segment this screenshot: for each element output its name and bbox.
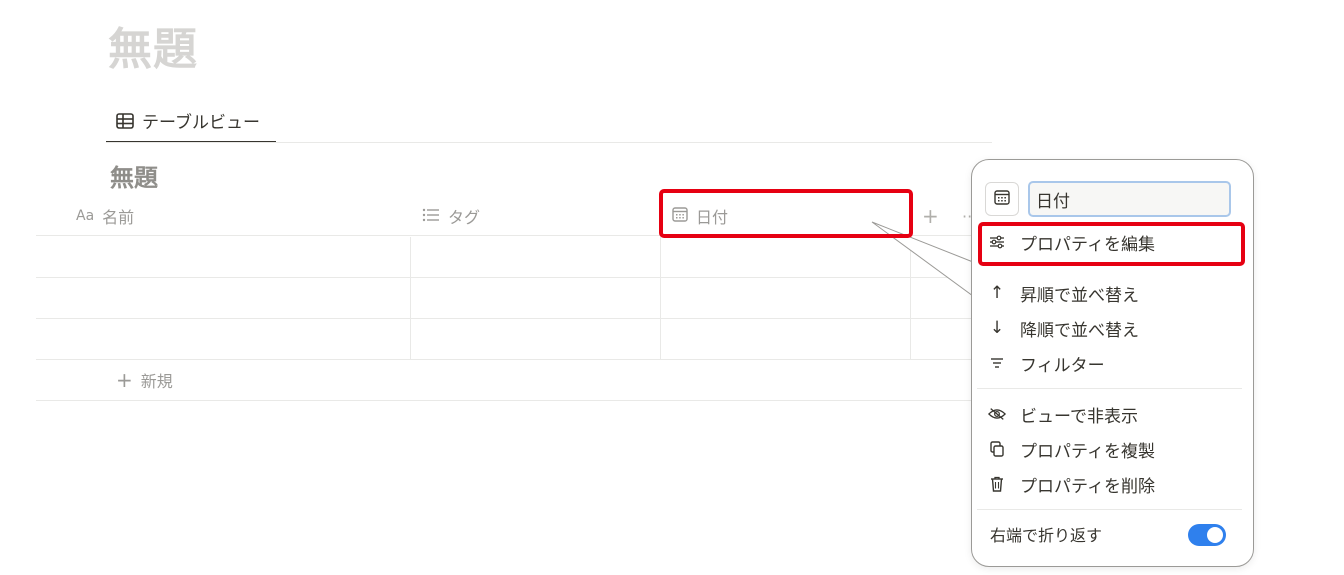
column-label: 名前 <box>102 208 135 227</box>
page-title[interactable]: 無題 <box>108 22 198 78</box>
tab-table-view[interactable]: テーブルビュー <box>106 100 276 143</box>
highlight-box-date-column <box>659 189 913 238</box>
menu-item-sort-ascending[interactable]: ↑ 昇順で並べ替え <box>984 277 1242 309</box>
column-label: タグ <box>448 208 481 227</box>
menu-item-label: プロパティを複製 <box>1020 441 1155 462</box>
property-menu: プロパティを編集 ↑ 昇順で並べ替え ↓ 降順で並べ替え フィルター ビューで非… <box>971 159 1254 567</box>
menu-item-sort-descending[interactable]: ↓ 降順で並べ替え <box>984 312 1242 344</box>
arrow-up-icon: ↑ <box>989 283 1005 303</box>
menu-item-delete[interactable]: プロパティを削除 <box>984 468 1242 500</box>
column-header-name[interactable]: Aa 名前 <box>76 196 134 236</box>
menu-item-label: 昇順で並べ替え <box>1020 285 1139 306</box>
property-type-button[interactable] <box>985 182 1019 216</box>
filter-icon <box>988 357 1006 369</box>
trash-icon <box>988 476 1006 492</box>
add-column-button[interactable]: + <box>922 196 939 236</box>
tab-label: テーブルビュー <box>142 113 260 133</box>
property-name-input[interactable] <box>1028 181 1231 217</box>
arrow-down-icon: ↓ <box>989 318 1005 338</box>
new-row-label: 新規 <box>140 372 173 391</box>
table-row[interactable] <box>36 237 976 278</box>
menu-item-duplicate[interactable]: プロパティを複製 <box>984 433 1242 465</box>
calendar-icon <box>994 189 1010 209</box>
table-icon <box>116 112 134 129</box>
new-row-button[interactable]: + 新規 <box>36 360 976 401</box>
highlight-box-edit-property <box>978 222 1245 266</box>
menu-item-label: 降順で並べ替え <box>1020 320 1139 341</box>
menu-item-filter[interactable]: フィルター <box>984 347 1242 379</box>
menu-item-hide-in-view[interactable]: ビューで非表示 <box>984 398 1242 430</box>
text-aa-icon: Aa <box>76 208 95 224</box>
plus-icon: + <box>116 368 133 392</box>
menu-divider <box>977 388 1242 389</box>
wrap-text-label: 右端で折り返す <box>990 526 1103 545</box>
toggle-knob <box>1207 527 1223 543</box>
menu-item-label: ビューで非表示 <box>1020 406 1138 427</box>
column-header-tag[interactable]: タグ <box>422 196 480 236</box>
wrap-text-toggle[interactable] <box>1188 524 1226 546</box>
menu-item-label: フィルター <box>1020 355 1105 376</box>
eye-off-icon <box>988 407 1006 421</box>
tabs-divider <box>106 142 992 143</box>
menu-divider <box>977 509 1242 510</box>
list-icon <box>422 207 440 226</box>
menu-item-label: プロパティを削除 <box>1020 476 1155 497</box>
table-row[interactable] <box>36 319 976 360</box>
table-row[interactable] <box>36 278 976 319</box>
database-title[interactable]: 無題 <box>110 158 158 193</box>
copy-icon <box>988 441 1006 457</box>
